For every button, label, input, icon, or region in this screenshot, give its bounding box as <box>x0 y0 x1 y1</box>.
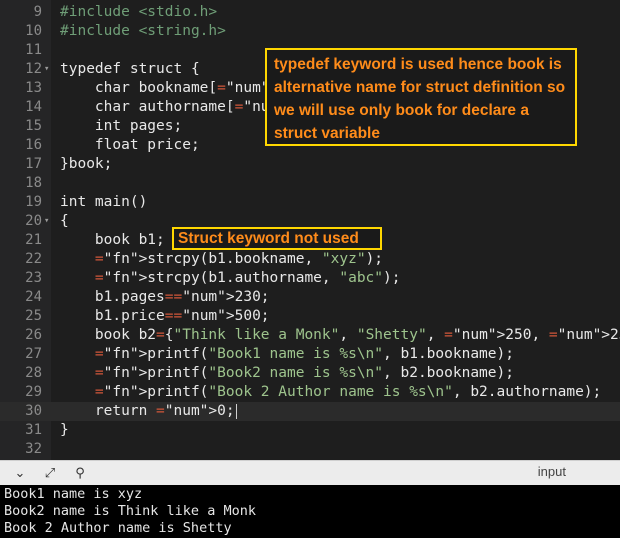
line-number: 21 <box>25 232 42 248</box>
text-cursor <box>235 403 237 419</box>
line-number: 22 <box>25 251 42 267</box>
code-text[interactable]: ="fn">printf("Book 2 Author name is %s\n… <box>60 383 601 402</box>
line-number: 20 <box>25 213 42 229</box>
code-text[interactable]: book b2={"Think like a Monk", "Shetty", … <box>60 326 620 345</box>
code-line[interactable]: 31} <box>0 421 620 440</box>
line-number: 18 <box>25 175 42 191</box>
fold-arrow-icon[interactable]: ▾ <box>44 60 49 79</box>
line-number: 10 <box>25 23 42 39</box>
line-number: 11 <box>25 42 42 58</box>
typedef-annotation: typedef keyword is used hence book is al… <box>265 48 577 146</box>
code-line[interactable]: 19 int main() <box>0 193 620 212</box>
line-number: 12 <box>25 61 42 77</box>
code-line[interactable]: 9 #include <stdio.h> <box>0 3 620 22</box>
line-number: 23 <box>25 270 42 286</box>
code-text[interactable]: b1.pages=="num">230; <box>60 288 270 307</box>
code-line[interactable]: 26 book b2={"Think like a Monk", "Shetty… <box>0 326 620 345</box>
code-text[interactable]: ="fn">strcpy(b1.authorname, "abc"); <box>60 269 401 288</box>
line-number: 26 <box>25 327 42 343</box>
console-line: Book1 name is xyz <box>4 486 143 502</box>
line-number: 29 <box>25 384 42 400</box>
code-line[interactable]: 28 ="fn">printf("Book2 name is %s\n", b2… <box>0 364 620 383</box>
code-editor[interactable]: 9 #include <stdio.h> 10 #include <string.h>… <box>0 0 620 460</box>
line-number: 32 <box>25 441 42 457</box>
code-text[interactable]: ="fn">strcpy(b1.bookname, "xyz"); <box>60 250 383 269</box>
code-text[interactable]: } <box>60 421 69 440</box>
code-line[interactable]: 32 <box>0 440 620 459</box>
code-text[interactable]: ="fn">printf("Book1 name is %s\n", b1.bo… <box>60 345 514 364</box>
console-output: Book1 name is xyz Book2 name is Think li… <box>0 485 620 538</box>
code-text[interactable]: { <box>60 212 69 231</box>
code-text[interactable]: int main() <box>60 193 147 212</box>
line-number: 16 <box>25 137 42 153</box>
line-number: 30 <box>25 403 42 419</box>
code-line[interactable]: 10 #include <string.h> <box>0 22 620 41</box>
chevron-down-icon[interactable]: ⌄ <box>12 465 28 481</box>
code-line[interactable]: 27 ="fn">printf("Book1 name is %s\n", b1… <box>0 345 620 364</box>
code-text[interactable]: b1.price=="num">500; <box>60 307 270 326</box>
line-number: 28 <box>25 365 42 381</box>
code-line[interactable]: 22 ="fn">strcpy(b1.bookname, "xyz"); <box>0 250 620 269</box>
code-text[interactable]: ="fn">printf("Book2 name is %s\n", b2.bo… <box>60 364 514 383</box>
code-text[interactable]: typedef struct { <box>60 60 200 79</box>
code-text[interactable]: return ="num">0; <box>60 402 237 421</box>
line-number: 25 <box>25 308 42 324</box>
code-text[interactable]: book b1; <box>60 231 165 250</box>
line-number: 17 <box>25 156 42 172</box>
input-tab[interactable]: input <box>538 464 566 479</box>
line-number: 9 <box>33 4 42 20</box>
expand-icon[interactable]: ⤢ <box>42 465 58 481</box>
code-line[interactable]: 30 return ="num">0; <box>0 402 620 421</box>
code-text[interactable]: }book; <box>60 155 112 174</box>
struct-keyword-annotation: Struct keyword not used <box>172 227 382 250</box>
line-number: 15 <box>25 118 42 134</box>
code-text[interactable]: #include <stdio.h> <box>60 3 217 22</box>
line-number: 19 <box>25 194 42 210</box>
fold-arrow-icon[interactable]: ▾ <box>44 212 49 231</box>
code-line[interactable]: 25 b1.price=="num">500; <box>0 307 620 326</box>
console-line: Book2 name is Think like a Monk <box>4 503 256 519</box>
code-text[interactable]: int pages; <box>60 117 182 136</box>
code-text[interactable]: #include <string.h> <box>60 22 226 41</box>
code-line[interactable]: 18 <box>0 174 620 193</box>
code-line[interactable]: 29 ="fn">printf("Book 2 Author name is %… <box>0 383 620 402</box>
code-line[interactable]: 17 }book; <box>0 155 620 174</box>
line-number: 27 <box>25 346 42 362</box>
console-toolbar: ⌄ ⤢ ⚲ input <box>0 460 620 486</box>
code-line[interactable]: 23 ="fn">strcpy(b1.authorname, "abc"); <box>0 269 620 288</box>
line-number: 24 <box>25 289 42 305</box>
stdin-icon[interactable]: ⚲ <box>72 465 88 481</box>
code-line[interactable]: 24 b1.pages=="num">230; <box>0 288 620 307</box>
code-text[interactable]: float price; <box>60 136 200 155</box>
line-number: 31 <box>25 422 42 438</box>
line-number: 13 <box>25 80 42 96</box>
console-line: Book 2 Author name is Shetty <box>4 520 232 536</box>
line-number: 14 <box>25 99 42 115</box>
